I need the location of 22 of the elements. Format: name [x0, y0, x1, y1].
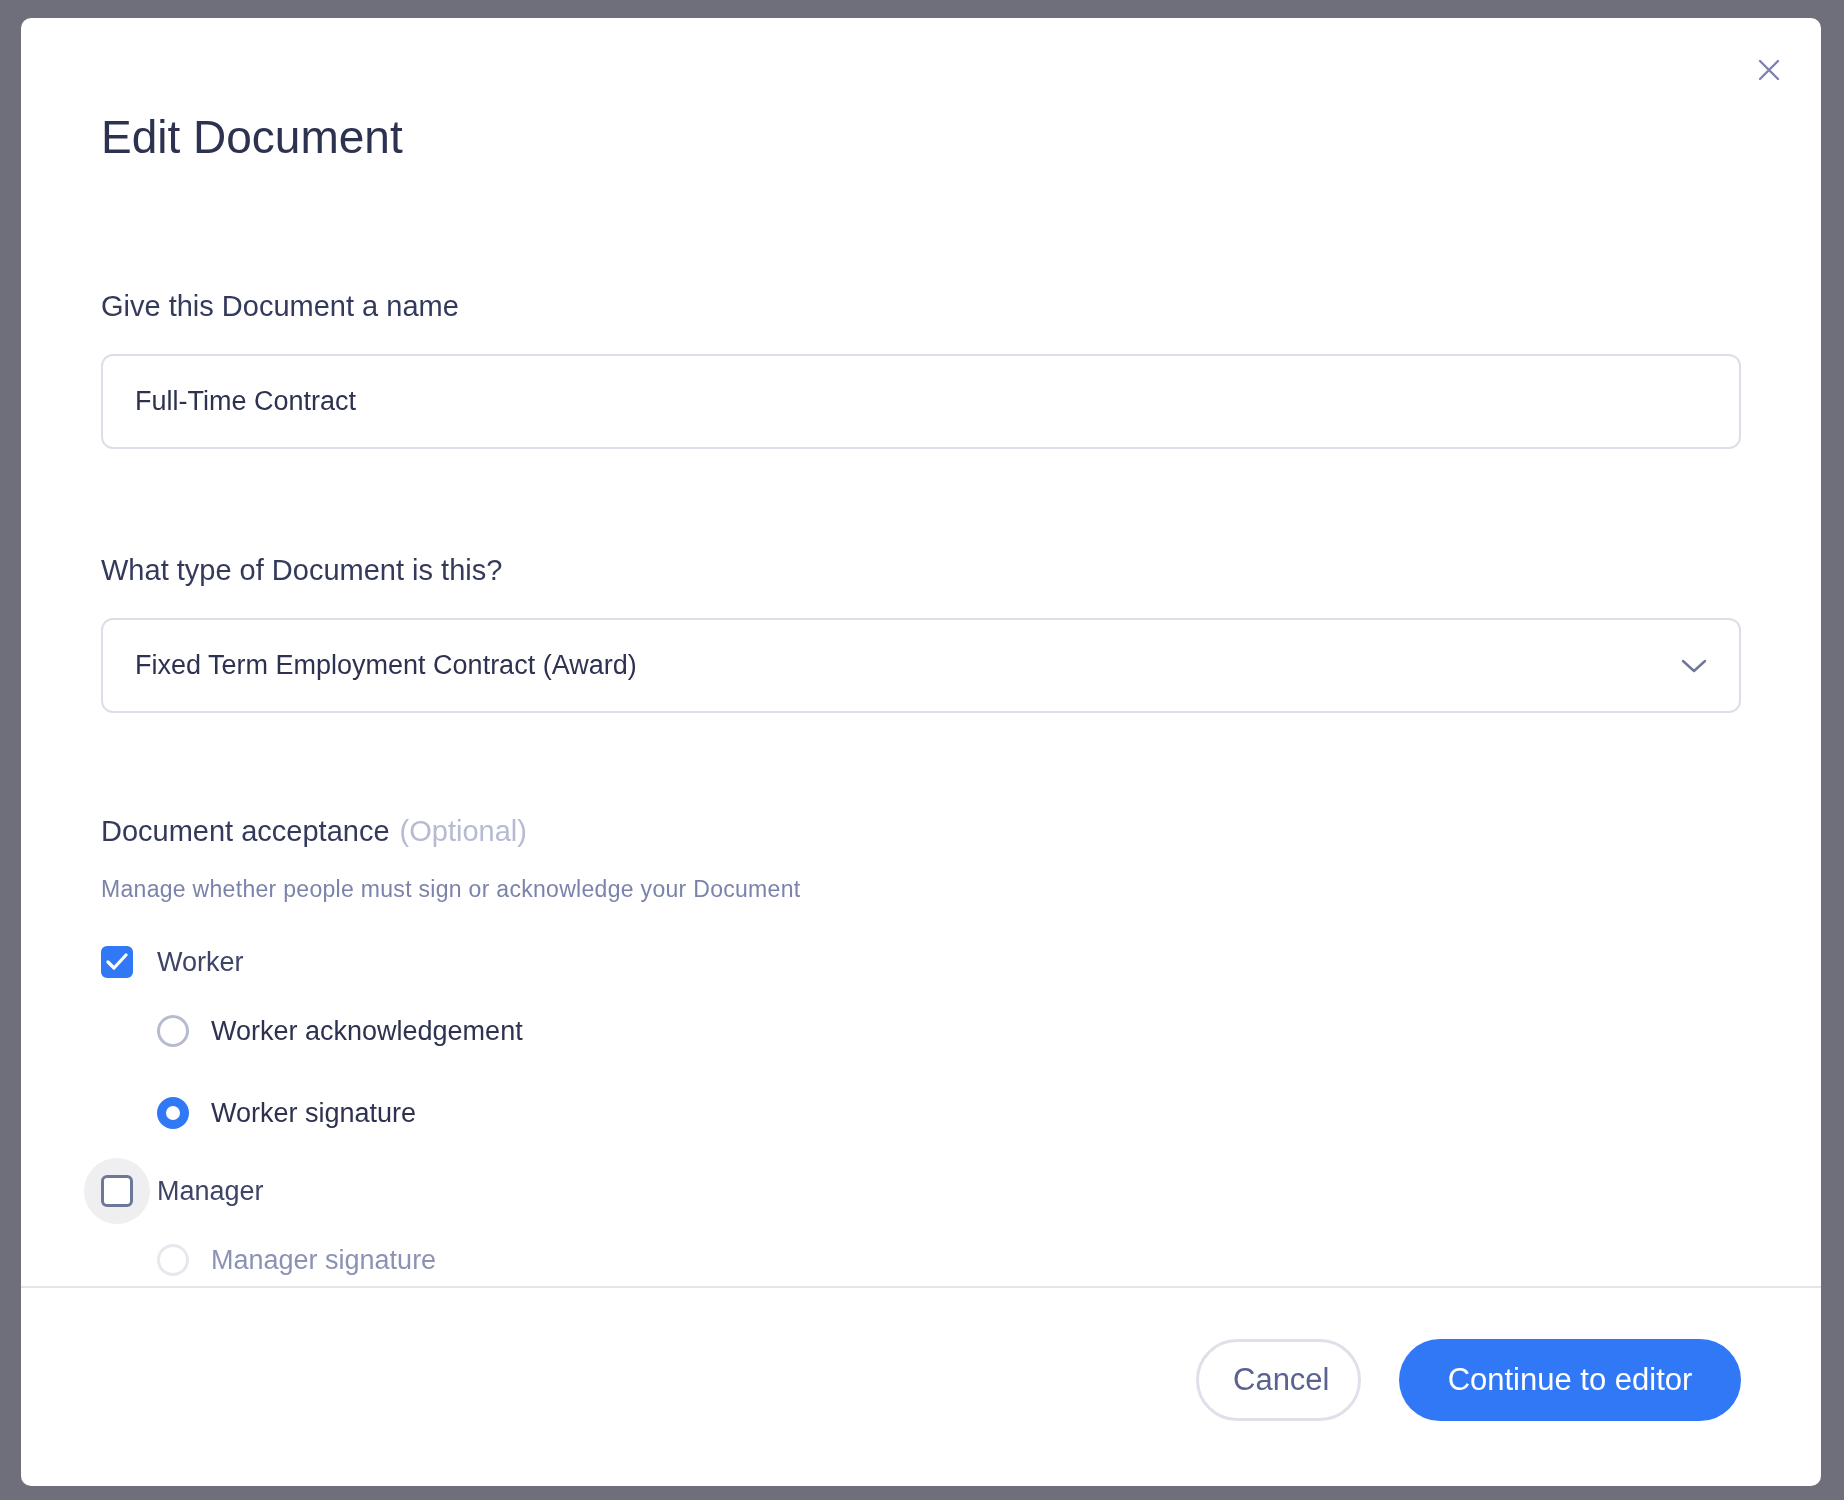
radio-label: Manager signature: [211, 1244, 437, 1276]
chevron-down-icon: [1681, 657, 1707, 674]
close-icon[interactable]: [1757, 58, 1781, 82]
dialog-title: Edit Document: [101, 110, 404, 165]
radio-button[interactable]: [157, 1015, 189, 1047]
type-dropdown[interactable]: Fixed Term Employment Contract (Award): [101, 618, 1741, 713]
radio-button[interactable]: [157, 1097, 189, 1129]
cancel-button[interactable]: Cancel: [1196, 1339, 1361, 1421]
section-description: Manage whether people must sign or acknowledge your Document: [101, 875, 802, 904]
optional-note: (Optional): [399, 815, 527, 848]
check-icon: [106, 953, 128, 971]
field-label: What type of Document is this?: [101, 553, 504, 588]
field-label: Give this Document a name: [101, 289, 460, 324]
checkbox[interactable]: [101, 1175, 133, 1207]
checkbox-label: Manager: [157, 1175, 264, 1207]
name-input-field[interactable]: Full-Time Contract: [101, 354, 1741, 449]
continue-button[interactable]: Continue to editor: [1399, 1339, 1741, 1421]
checkbox[interactable]: [101, 946, 133, 978]
checkbox-label: Worker: [157, 946, 244, 978]
radio-label: Worker signature: [211, 1097, 417, 1129]
section-label: Document acceptance: [101, 814, 390, 849]
radio-label: Worker acknowledgement: [211, 1015, 523, 1047]
